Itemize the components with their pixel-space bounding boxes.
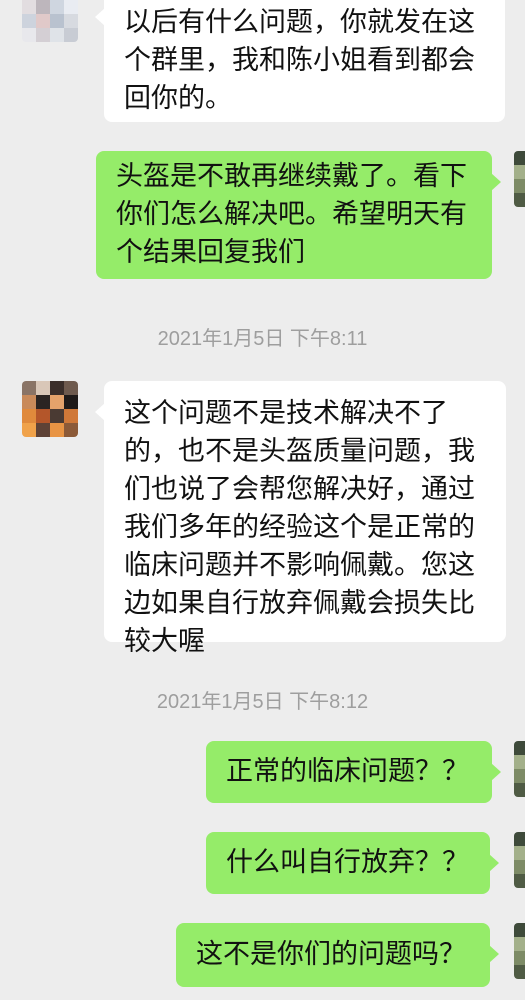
my-avatar-blurred[interactable] [514, 923, 525, 979]
my-avatar-blurred[interactable] [514, 832, 525, 888]
my-avatar-blurred[interactable] [514, 741, 525, 797]
message-text: 以后有什么问题，你就发在这 个群里，我和陈小姐看到都会 回你的。 [124, 7, 475, 114]
message-bubble-received[interactable]: 以后有什么问题，你就发在这 个群里，我和陈小姐看到都会 回你的。 [95, 0, 505, 122]
message-text: 头盔是不敢再继续戴了。看下 你们怎么解决吧。希望明天有 个结果回复我们 [116, 161, 467, 268]
chat-conversation: 以后有什么问题，你就发在这 个群里，我和陈小姐看到都会 回你的。 头盔是不敢再继… [0, 0, 525, 1000]
message-timestamp: 2021年1月5日 下午8:11 [157, 328, 368, 350]
contact-avatar-blurred[interactable] [22, 381, 78, 437]
message-text: 这不是你们的问题吗？ [196, 939, 466, 970]
message-text: 正常的临床问题？？ [226, 756, 469, 787]
contact-avatar-blurred[interactable] [22, 0, 78, 42]
message-bubble-sent[interactable]: 这不是你们的问题吗？ [176, 923, 499, 987]
message-bubble-sent[interactable]: 正常的临床问题？？ [206, 741, 501, 803]
my-avatar-blurred[interactable] [514, 151, 525, 207]
message-bubble-sent[interactable]: 什么叫自行放弃？？ [206, 832, 499, 894]
message-timestamp: 2021年1月5日 下午8:12 [156, 691, 369, 713]
message-text: 这个问题不是技术解决不了 的，也不是头盔质量问题，我 们也说了会帮您解决好，通过… [124, 398, 475, 657]
message-text: 什么叫自行放弃？？ [226, 847, 469, 878]
message-bubble-sent[interactable]: 头盔是不敢再继续戴了。看下 你们怎么解决吧。希望明天有 个结果回复我们 [96, 151, 501, 279]
message-bubble-received[interactable]: 这个问题不是技术解决不了 的，也不是头盔质量问题，我 们也说了会帮您解决好，通过… [95, 381, 506, 657]
